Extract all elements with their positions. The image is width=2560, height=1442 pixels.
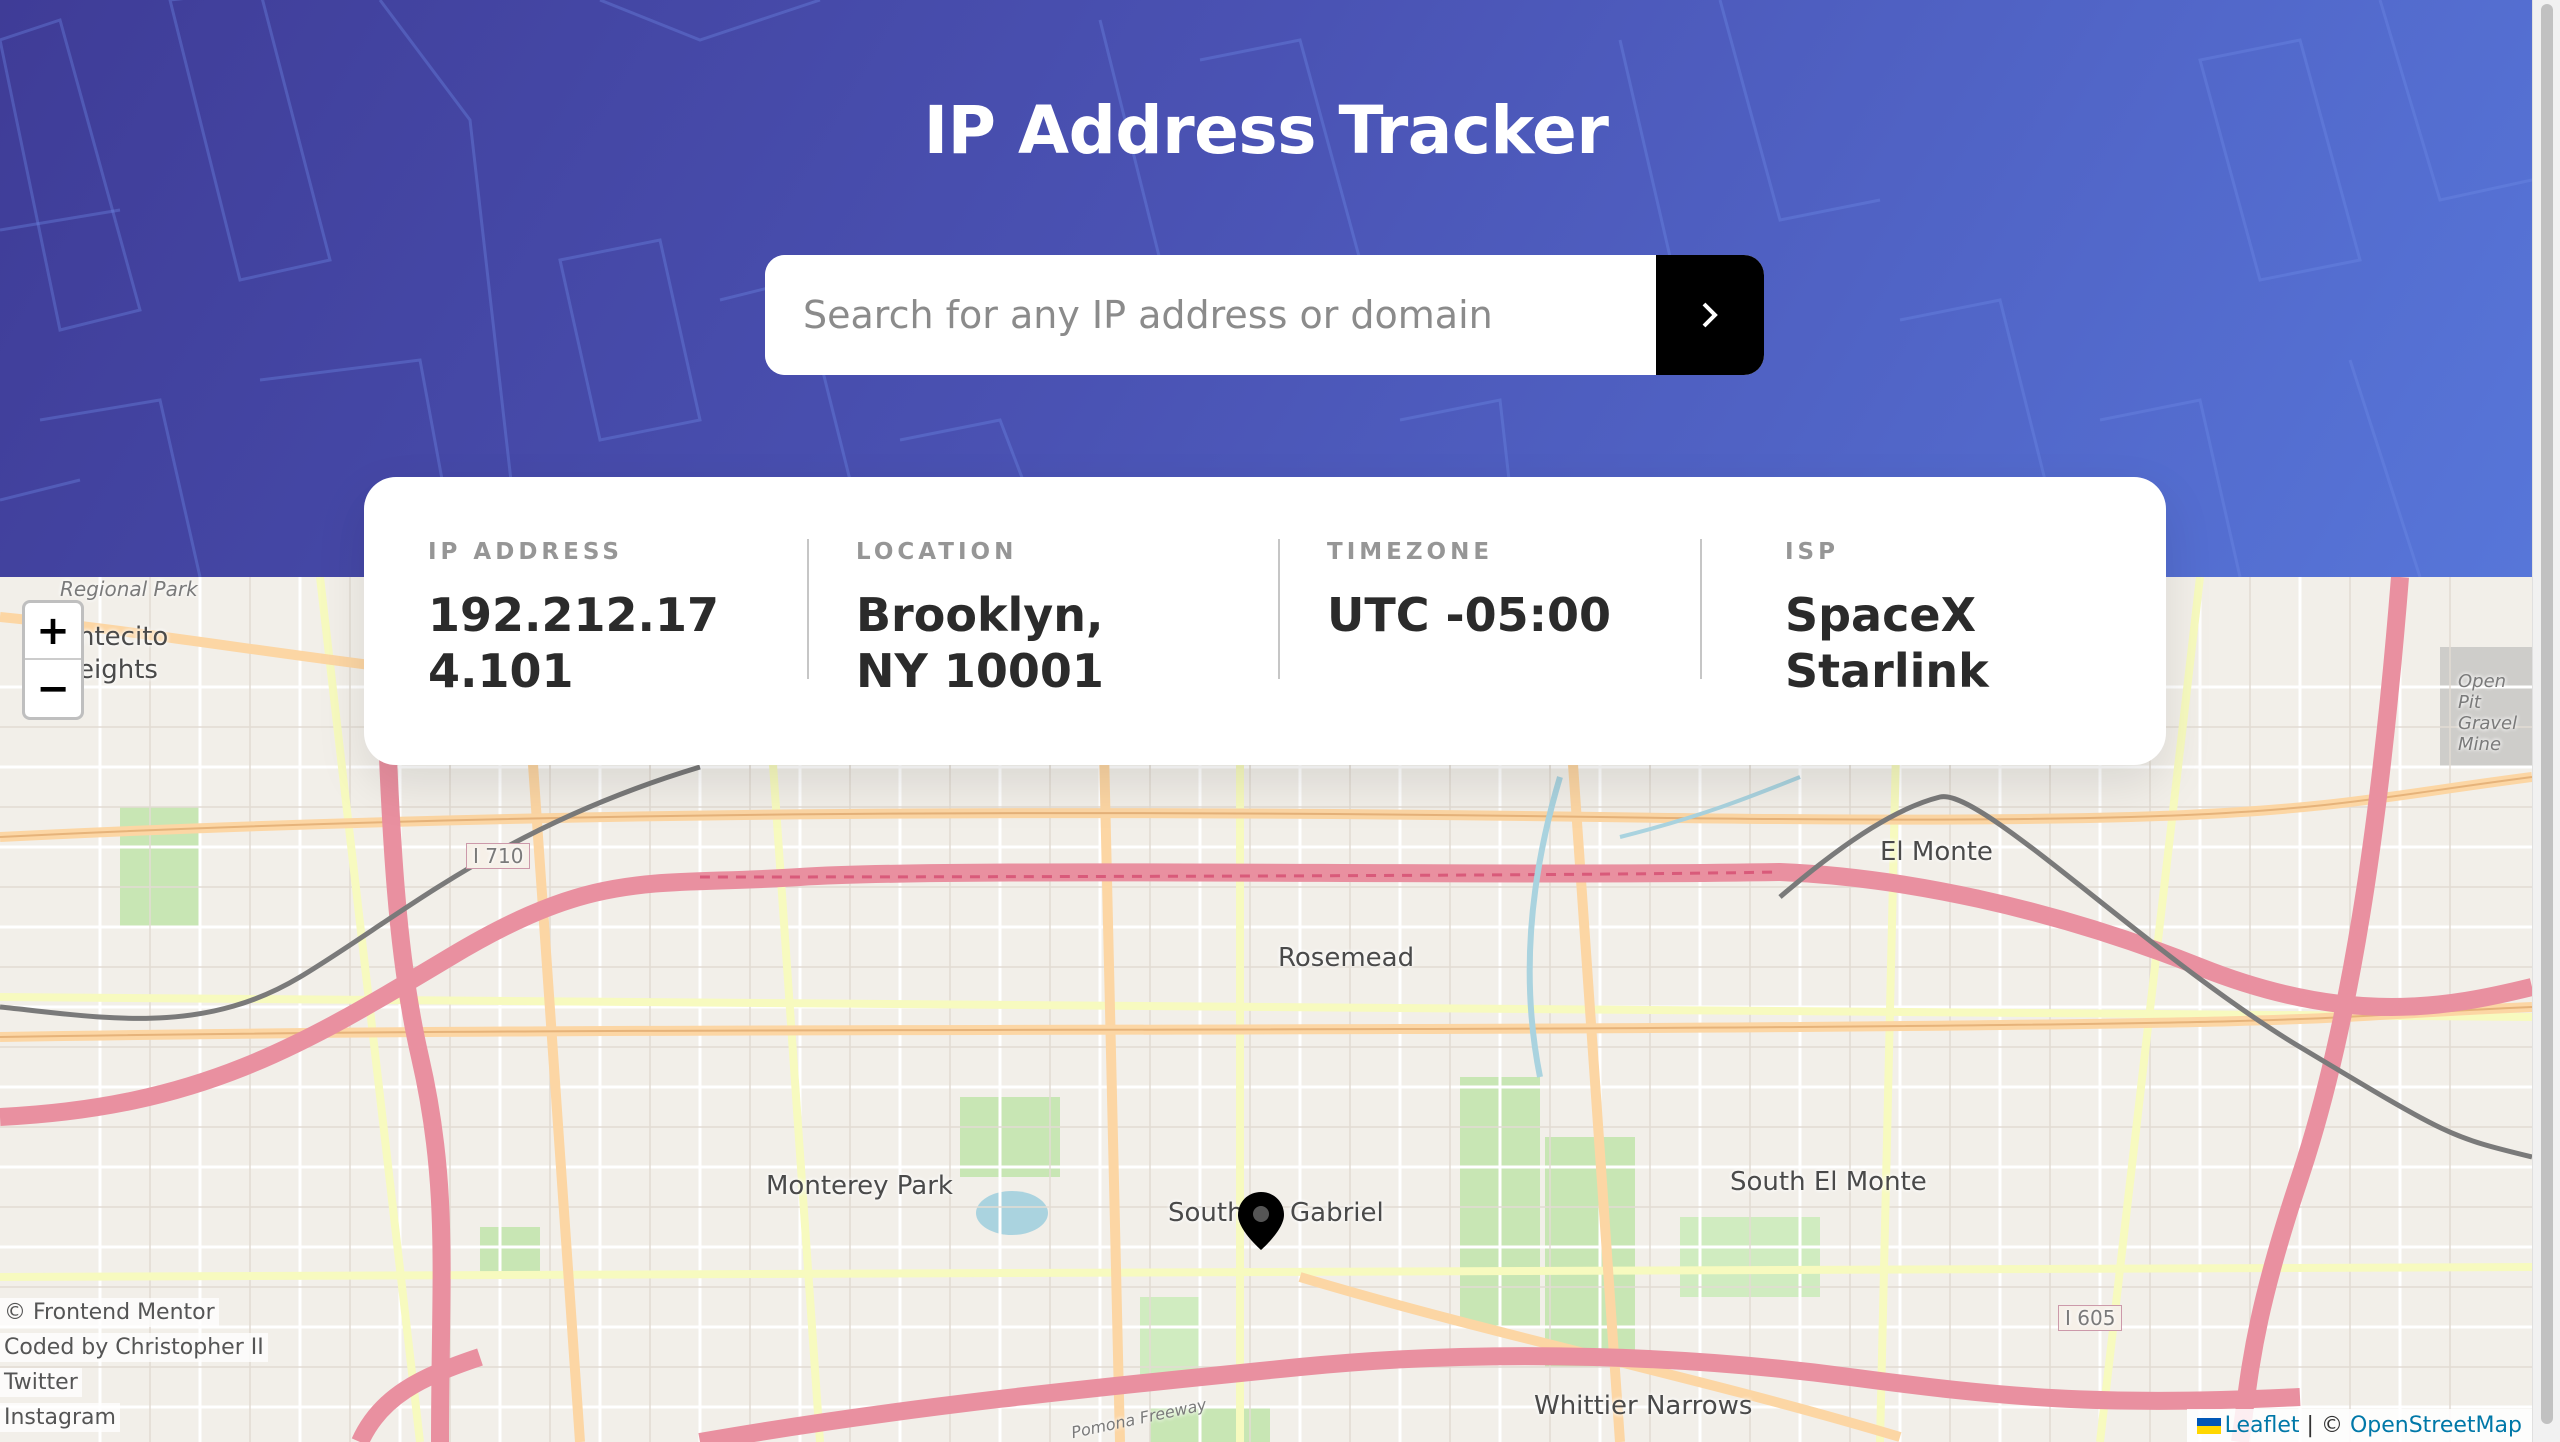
info-label: ISP bbox=[1785, 539, 1839, 565]
info-label: TIMEZONE bbox=[1327, 539, 1494, 565]
credit-twitter-link[interactable]: Twitter bbox=[0, 1368, 82, 1397]
map-place-label: Regional Park bbox=[60, 577, 198, 601]
credit-instagram-link[interactable]: Instagram bbox=[0, 1403, 120, 1432]
attribution-separator: | © bbox=[2306, 1413, 2343, 1438]
info-value: UTC -05:00 bbox=[1327, 588, 1612, 642]
map-attribution: Leaflet | © OpenStreetMap bbox=[2186, 1409, 2532, 1442]
info-isp: ISP SpaceX Starlink bbox=[1702, 539, 2162, 699]
map-place-label: Monterey Park bbox=[766, 1171, 953, 1201]
map-place-label: South bbox=[1168, 1198, 1244, 1228]
chevron-right-icon bbox=[1702, 302, 1718, 328]
info-ip-address: IP ADDRESS 192.212.174.101 bbox=[364, 539, 807, 699]
credit-coded-by[interactable]: Coded by Christopher II bbox=[0, 1333, 268, 1362]
info-label: IP ADDRESS bbox=[428, 539, 623, 565]
ip-info-card: IP ADDRESS 192.212.174.101 LOCATION Broo… bbox=[364, 477, 2166, 765]
leaflet-link[interactable]: Leaflet bbox=[2225, 1413, 2300, 1438]
map-place-label: Open Pit Gravel Mine bbox=[2458, 671, 2518, 755]
search-input[interactable] bbox=[765, 255, 1656, 375]
page-title: IP Address Tracker bbox=[923, 92, 1609, 169]
info-value: Brooklyn, NY 10001 bbox=[856, 588, 1104, 698]
info-value: SpaceX Starlink bbox=[1785, 588, 1989, 698]
zoom-out-button[interactable]: − bbox=[25, 660, 81, 717]
openstreetmap-link[interactable]: OpenStreetMap bbox=[2350, 1413, 2522, 1438]
zoom-control: + − bbox=[22, 600, 84, 720]
map-shield-label: I 710 bbox=[466, 843, 531, 869]
location-marker-icon[interactable] bbox=[1236, 1190, 1286, 1252]
map-place-label: South El Monte bbox=[1730, 1167, 1927, 1197]
page-scrollbar[interactable] bbox=[2532, 0, 2560, 1442]
search-form bbox=[765, 255, 1764, 375]
scrollbar-thumb[interactable] bbox=[2541, 4, 2553, 1424]
credit-frontend-mentor[interactable]: © Frontend Mentor bbox=[0, 1298, 219, 1327]
info-value: 192.212.174.101 bbox=[428, 588, 720, 698]
map-place-label: ntecito bbox=[78, 622, 169, 652]
zoom-in-button[interactable]: + bbox=[25, 603, 81, 660]
map-place-label: eights bbox=[78, 655, 158, 685]
info-label: LOCATION bbox=[856, 539, 1018, 565]
map-place-label: Rosemead bbox=[1278, 943, 1415, 973]
info-timezone: TIMEZONE UTC -05:00 bbox=[1280, 539, 1700, 643]
info-location: LOCATION Brooklyn, NY 10001 bbox=[809, 539, 1278, 699]
map-place-label: Gabriel bbox=[1290, 1198, 1384, 1228]
search-submit-button[interactable] bbox=[1656, 255, 1764, 375]
map-shield-label: I 605 bbox=[2058, 1305, 2123, 1331]
map-place-label: El Monte bbox=[1880, 837, 1993, 867]
ukraine-flag-icon bbox=[2196, 1418, 2221, 1434]
map-place-label: Whittier Narrows bbox=[1534, 1391, 1753, 1421]
footer-credits: © Frontend Mentor Coded by Christopher I… bbox=[0, 1298, 268, 1438]
